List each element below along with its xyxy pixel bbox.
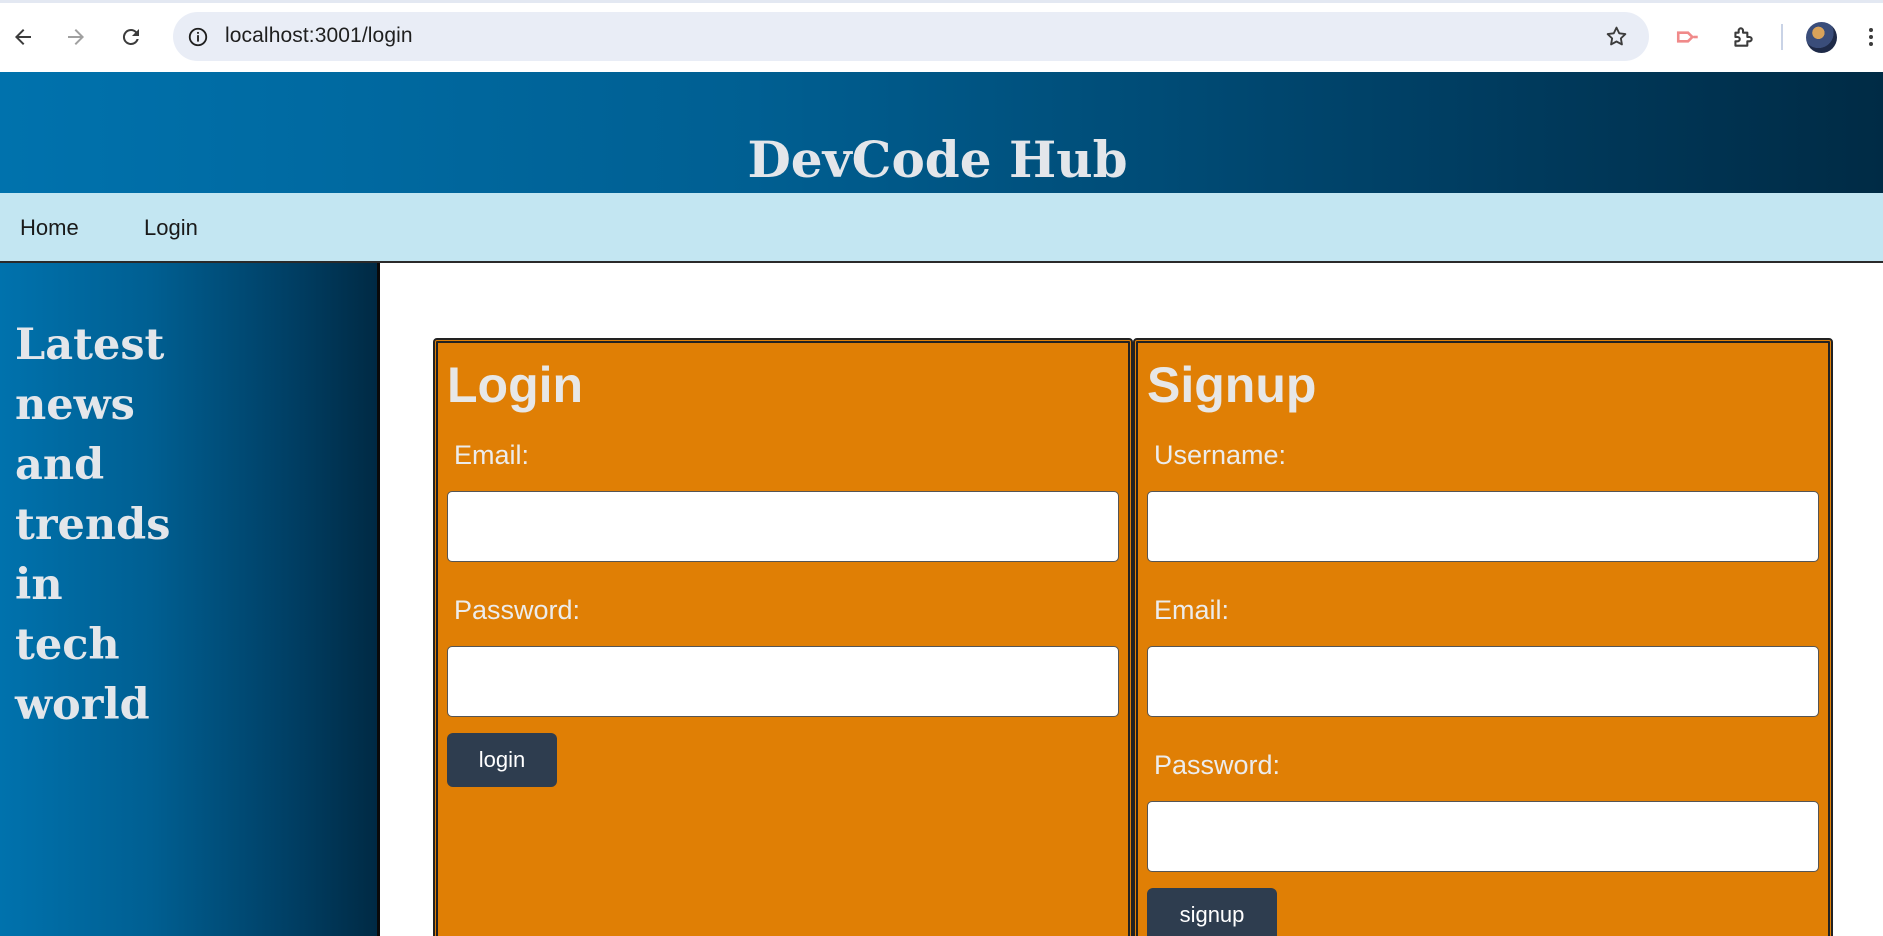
extension-icon[interactable] <box>1668 17 1708 57</box>
toolbar-separator <box>1781 24 1783 50</box>
main-nav: Home Login <box>0 193 1883 263</box>
back-button[interactable] <box>3 17 43 57</box>
login-email-label: Email: <box>454 440 530 470</box>
tab-strip-edge <box>0 0 1883 3</box>
main-content: Login Email: Password: login Signup User… <box>380 263 1883 936</box>
sidebar-heading: Latest news and trends in tech world <box>15 320 171 730</box>
avatar[interactable] <box>1806 22 1837 53</box>
site-info-icon[interactable] <box>183 22 212 51</box>
sidebar: Latest news and trends in tech world <box>0 263 380 936</box>
reload-button[interactable] <box>111 17 151 57</box>
forward-button[interactable] <box>56 17 96 57</box>
signup-username-input[interactable] <box>1147 491 1819 562</box>
signup-form: Signup Username: Email: Password: signup <box>1133 338 1833 936</box>
login-email-input[interactable] <box>447 491 1119 562</box>
login-button[interactable]: login <box>447 733 557 787</box>
site-title: DevCode Hub <box>747 130 1128 189</box>
login-password-input[interactable] <box>447 646 1119 717</box>
kebab-menu-icon[interactable] <box>1858 17 1883 57</box>
login-form-title: Login <box>447 357 584 413</box>
puzzle-icon[interactable] <box>1723 17 1763 57</box>
login-password-label: Password: <box>454 595 581 625</box>
browser-toolbar: localhost:3001/login <box>0 0 1883 72</box>
forward-arrow-icon <box>68 29 84 45</box>
signup-password-input[interactable] <box>1147 801 1819 872</box>
nav-link-login[interactable]: Login <box>144 215 198 241</box>
page: DevCode Hub Home Login Latest news and t… <box>0 72 1883 936</box>
bookmark-star-icon[interactable] <box>1602 22 1631 51</box>
site-header: DevCode Hub <box>0 72 1883 193</box>
signup-email-input[interactable] <box>1147 646 1819 717</box>
address-bar[interactable]: localhost:3001/login <box>173 12 1649 61</box>
back-arrow-icon <box>15 29 31 45</box>
signup-username-label: Username: <box>1154 440 1287 470</box>
login-form: Login Email: Password: login <box>433 338 1133 936</box>
reload-icon <box>122 28 139 45</box>
signup-button[interactable]: signup <box>1147 888 1277 936</box>
nav-link-home[interactable]: Home <box>20 215 79 241</box>
signup-password-label: Password: <box>1154 750 1281 780</box>
signup-email-label: Email: <box>1154 595 1230 625</box>
url-text[interactable]: localhost:3001/login <box>225 24 413 48</box>
signup-form-title: Signup <box>1147 357 1317 413</box>
